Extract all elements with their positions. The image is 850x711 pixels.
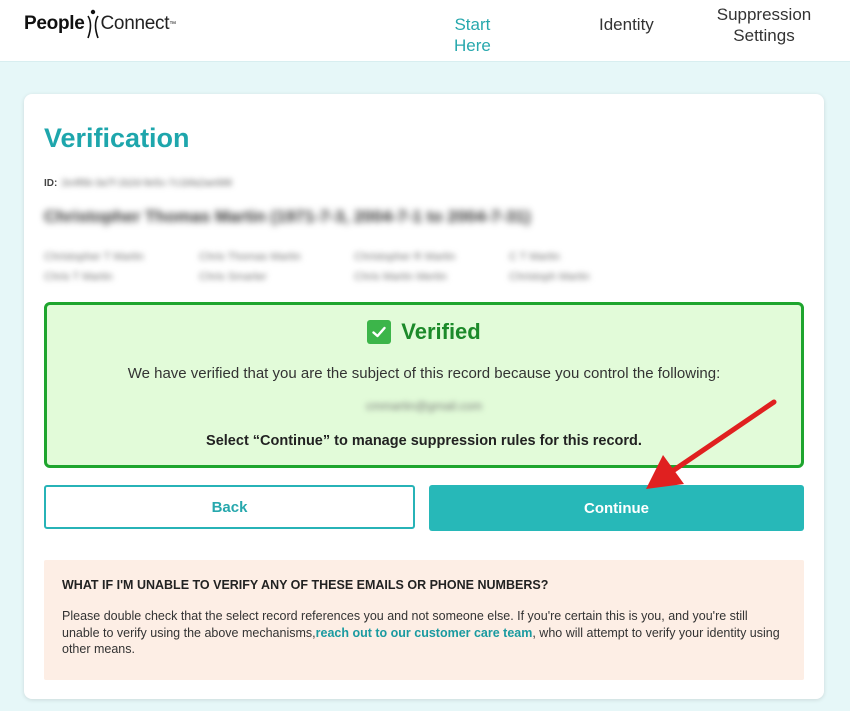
alias-item: Christopher T Martin [44, 251, 144, 263]
alias-item: Chris Martin Mertin [354, 271, 447, 283]
logo-trademark: ™ [169, 20, 177, 28]
help-title: WHAT IF I'M UNABLE TO VERIFY ANY OF THES… [62, 578, 549, 592]
record-name: Christopher Thomas Martin (1971-7-3, 200… [44, 207, 531, 226]
help-panel: WHAT IF I'M UNABLE TO VERIFY ANY OF THES… [44, 560, 804, 680]
verified-title: Verified [401, 319, 481, 344]
continue-button[interactable]: Continue [429, 485, 804, 531]
logo-connect-text: Connect [100, 13, 170, 34]
nav-start-here[interactable]: Start Here [454, 14, 491, 56]
alias-item: Chris T Martin [44, 271, 113, 283]
top-navigation-bar: People Connect ™ Start Here Identity Sup… [0, 0, 850, 62]
customer-care-link[interactable]: reach out to our customer care team [316, 626, 533, 640]
alias-item: Christopher R Martin [354, 251, 456, 263]
record-id-value: 2e4f6b-3a7f-1b2d-9e5c-7c1bfa2ae688 [61, 178, 233, 189]
alias-item: Chris Smarter [199, 271, 267, 283]
verification-card: Verification ID: 2e4f6b-3a7f-1b2d-9e5c-7… [24, 94, 824, 699]
nav-identity[interactable]: Identity [599, 14, 654, 35]
logo-people-text: People [24, 13, 85, 34]
help-text: Please double check that the select reco… [62, 608, 784, 658]
page-title: Verification [44, 123, 190, 153]
nav-suppression-line1: Suppression [716, 5, 812, 24]
alias-item: Chris Thomas Martin [199, 251, 301, 263]
verified-header: Verified [47, 319, 801, 345]
verified-panel: Verified We have verified that you are t… [44, 302, 804, 468]
alias-item: C T Martin [509, 251, 560, 263]
nav-suppression-line2: Settings [733, 26, 795, 45]
record-id-label: ID: [44, 178, 58, 189]
record-id-row: ID: 2e4f6b-3a7f-1b2d-9e5c-7c1bfa2ae688 [44, 178, 232, 189]
nav-suppression-settings[interactable]: Suppression Settings [712, 4, 816, 46]
alias-item: Christoph Martin [509, 271, 590, 283]
people-connect-logo[interactable]: People Connect ™ [24, 9, 176, 39]
checkmark-icon [367, 320, 392, 344]
back-button[interactable]: Back [44, 485, 415, 529]
verified-instruction: Select “Continue” to manage suppression … [206, 433, 642, 449]
verified-message: We have verified that you are the subjec… [127, 365, 721, 382]
verified-contact: cmmartin@gmail.com [365, 399, 483, 413]
logo-figure-icon [86, 9, 99, 39]
